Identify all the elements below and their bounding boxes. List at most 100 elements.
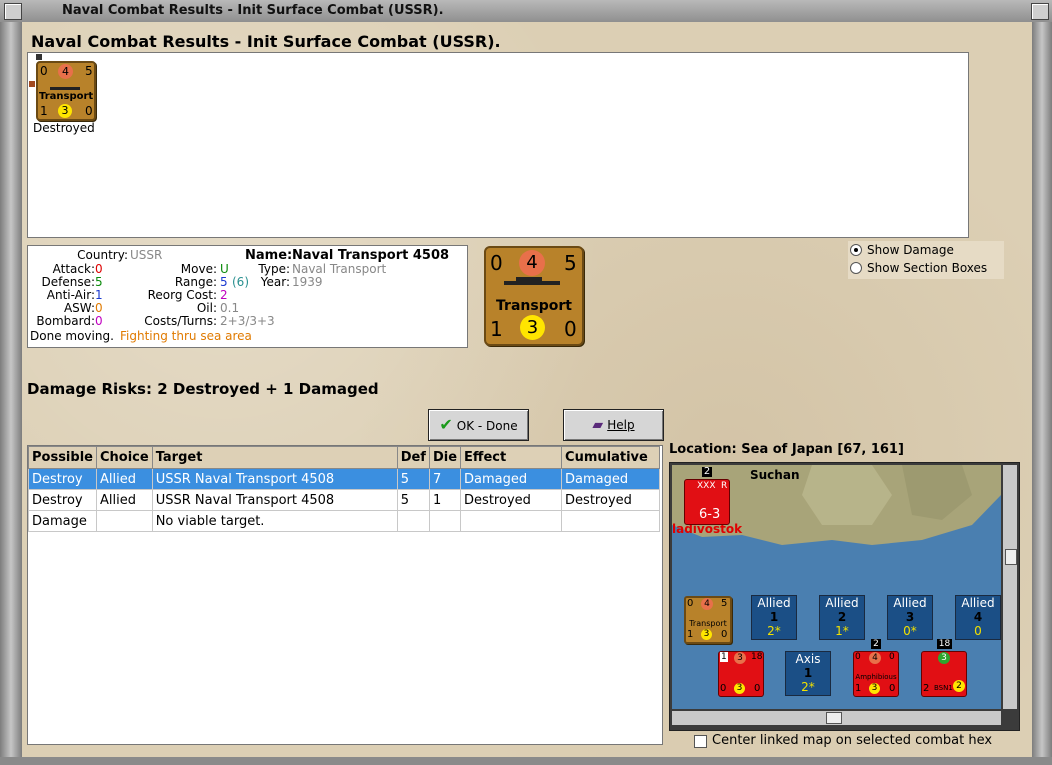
counter-value: 4 [869, 652, 881, 664]
ship-icon [50, 87, 80, 90]
box-number: 3 [905, 610, 915, 624]
country-value: USSR [130, 248, 163, 262]
table-row[interactable]: Destroy Allied USSR Naval Transport 4508… [28, 489, 660, 511]
box-number: 2 [837, 610, 847, 624]
combat-map-frame: Suchan ladivostok 2 XXX R 6-3 0 4 5 Tran… [669, 462, 1020, 731]
counter-value: 1 [40, 104, 48, 118]
help-label: Help [607, 418, 635, 432]
show-damage-label[interactable]: Show Damage [867, 243, 954, 257]
close-button[interactable] [1031, 3, 1049, 20]
counter-value: 0 [85, 104, 93, 118]
range-label: Range: [174, 275, 217, 289]
table-cell [460, 510, 563, 532]
allied-section-box[interactable]: Allied 4 0 [955, 595, 1001, 640]
allied-section-box[interactable]: Allied 2 1* [819, 595, 865, 640]
unit-status: Destroyed [33, 121, 95, 135]
stack-count: 2 [702, 466, 712, 477]
title-bar: Naval Combat Results - Init Surface Comb… [0, 0, 1052, 23]
show-damage-radio[interactable] [850, 244, 862, 256]
table-cell: Damaged [561, 468, 660, 490]
table-cell: Destroy [28, 468, 97, 490]
counter-name: Transport [496, 298, 572, 314]
box-label: Axis [795, 652, 821, 666]
column-header[interactable]: Die [428, 446, 462, 469]
counter-value: 3 [58, 104, 72, 118]
counter-value: 0 [889, 652, 895, 662]
oil-label: Oil: [196, 301, 217, 315]
box-label: Allied [893, 596, 927, 610]
column-header[interactable]: Target [151, 446, 398, 469]
stack-count: 2 [871, 639, 881, 649]
year-label: Year: [260, 275, 290, 289]
axis-ship-counter[interactable]: 3 2 BSN1 2 [921, 651, 967, 697]
counter-value: 0 [490, 251, 503, 275]
box-label: Allied [961, 596, 995, 610]
system-menu-button[interactable] [4, 3, 22, 20]
help-button[interactable]: ▰ Help [563, 409, 664, 441]
ok-done-button[interactable]: ✔ OK - Done [428, 409, 529, 441]
table-row[interactable]: Damage No viable target. [28, 510, 660, 532]
table-cell [396, 510, 430, 532]
column-header[interactable]: Effect [460, 446, 563, 469]
counter-value: 1 [855, 683, 862, 694]
counter-value: 18 [751, 652, 763, 662]
counter-value: 0 [564, 317, 577, 341]
counter-name: Transport [39, 91, 94, 102]
bottom-frame [0, 757, 1052, 765]
counter-value: 0 [855, 652, 861, 662]
table-cell: Damage [28, 510, 97, 532]
table-cell: Allied [95, 468, 153, 490]
move-value: U [220, 262, 229, 276]
counter-value: 5 [85, 64, 93, 78]
antiair-label: Anti-Air: [46, 288, 95, 302]
table-row[interactable]: Destroy Allied USSR Naval Transport 4508… [28, 468, 660, 490]
box-sub: 0 [974, 624, 982, 638]
allied-section-box[interactable]: Allied 3 0* [887, 595, 933, 640]
column-header[interactable]: Possible [28, 446, 97, 469]
defense-label: Defense: [41, 275, 95, 289]
table-cell: 5 [396, 468, 430, 490]
asw-value: 0 [95, 301, 103, 315]
move-label: Move: [180, 262, 217, 276]
axis-ship-counter[interactable]: 1 3 18 0 3 0 [718, 651, 764, 697]
show-section-boxes-radio[interactable] [850, 262, 862, 274]
axis-ship-counter[interactable]: 0 4 0 Amphibious 1 3 0 [853, 651, 899, 697]
allied-section-box[interactable]: Allied 1 2* [751, 595, 797, 640]
name-value: Naval Transport 4508 [292, 248, 450, 263]
column-header[interactable]: Def [396, 446, 430, 469]
table-cell: Allied [95, 489, 153, 511]
book-icon: ▰ [592, 417, 604, 433]
army-counter[interactable]: XXX R 6-3 [684, 479, 730, 525]
counter-value: 1 [720, 652, 728, 662]
column-header[interactable]: Cumulative [561, 446, 660, 469]
show-section-boxes-label[interactable]: Show Section Boxes [867, 261, 987, 275]
table-cell [95, 510, 153, 532]
center-map-label[interactable]: Center linked map on selected combat hex [712, 733, 992, 748]
result-unit-counter[interactable]: 0 4 5 Transport 1 3 0 [36, 61, 96, 121]
counter-value: 0 [687, 598, 694, 609]
map-vertical-scrollbar[interactable] [1003, 465, 1017, 709]
map-horizontal-scrollbar[interactable] [672, 711, 1001, 725]
name-label: Name: [245, 248, 293, 263]
column-header[interactable]: Choice [95, 446, 153, 469]
ship-icon [516, 277, 542, 281]
axis-section-box[interactable]: Axis 1 2* [785, 651, 831, 696]
counter-value: 3 [520, 315, 545, 340]
type-value: Naval Transport [292, 262, 387, 276]
right-frame [1032, 22, 1052, 757]
marker-icon [36, 54, 42, 60]
counter-value: 4 [519, 250, 545, 276]
attack-value: 0 [95, 262, 103, 276]
counter-value: 0 [754, 683, 761, 694]
scroll-thumb[interactable] [1005, 549, 1017, 565]
ok-done-label: OK - Done [456, 419, 518, 433]
table-cell: 1 [428, 489, 462, 511]
damage-table: Possible Choice Target Def Die Effect Cu… [28, 446, 660, 532]
center-map-checkbox[interactable] [694, 735, 707, 748]
combat-map[interactable]: Suchan ladivostok 2 XXX R 6-3 0 4 5 Tran… [672, 465, 1001, 709]
defense-value: 5 [95, 275, 103, 289]
slot-unit-counter[interactable]: 0 4 5 Transport 1 3 0 [684, 596, 732, 644]
scroll-thumb[interactable] [826, 712, 842, 724]
bombard-label: Bombard: [36, 314, 95, 328]
table-cell: 5 [396, 489, 430, 511]
